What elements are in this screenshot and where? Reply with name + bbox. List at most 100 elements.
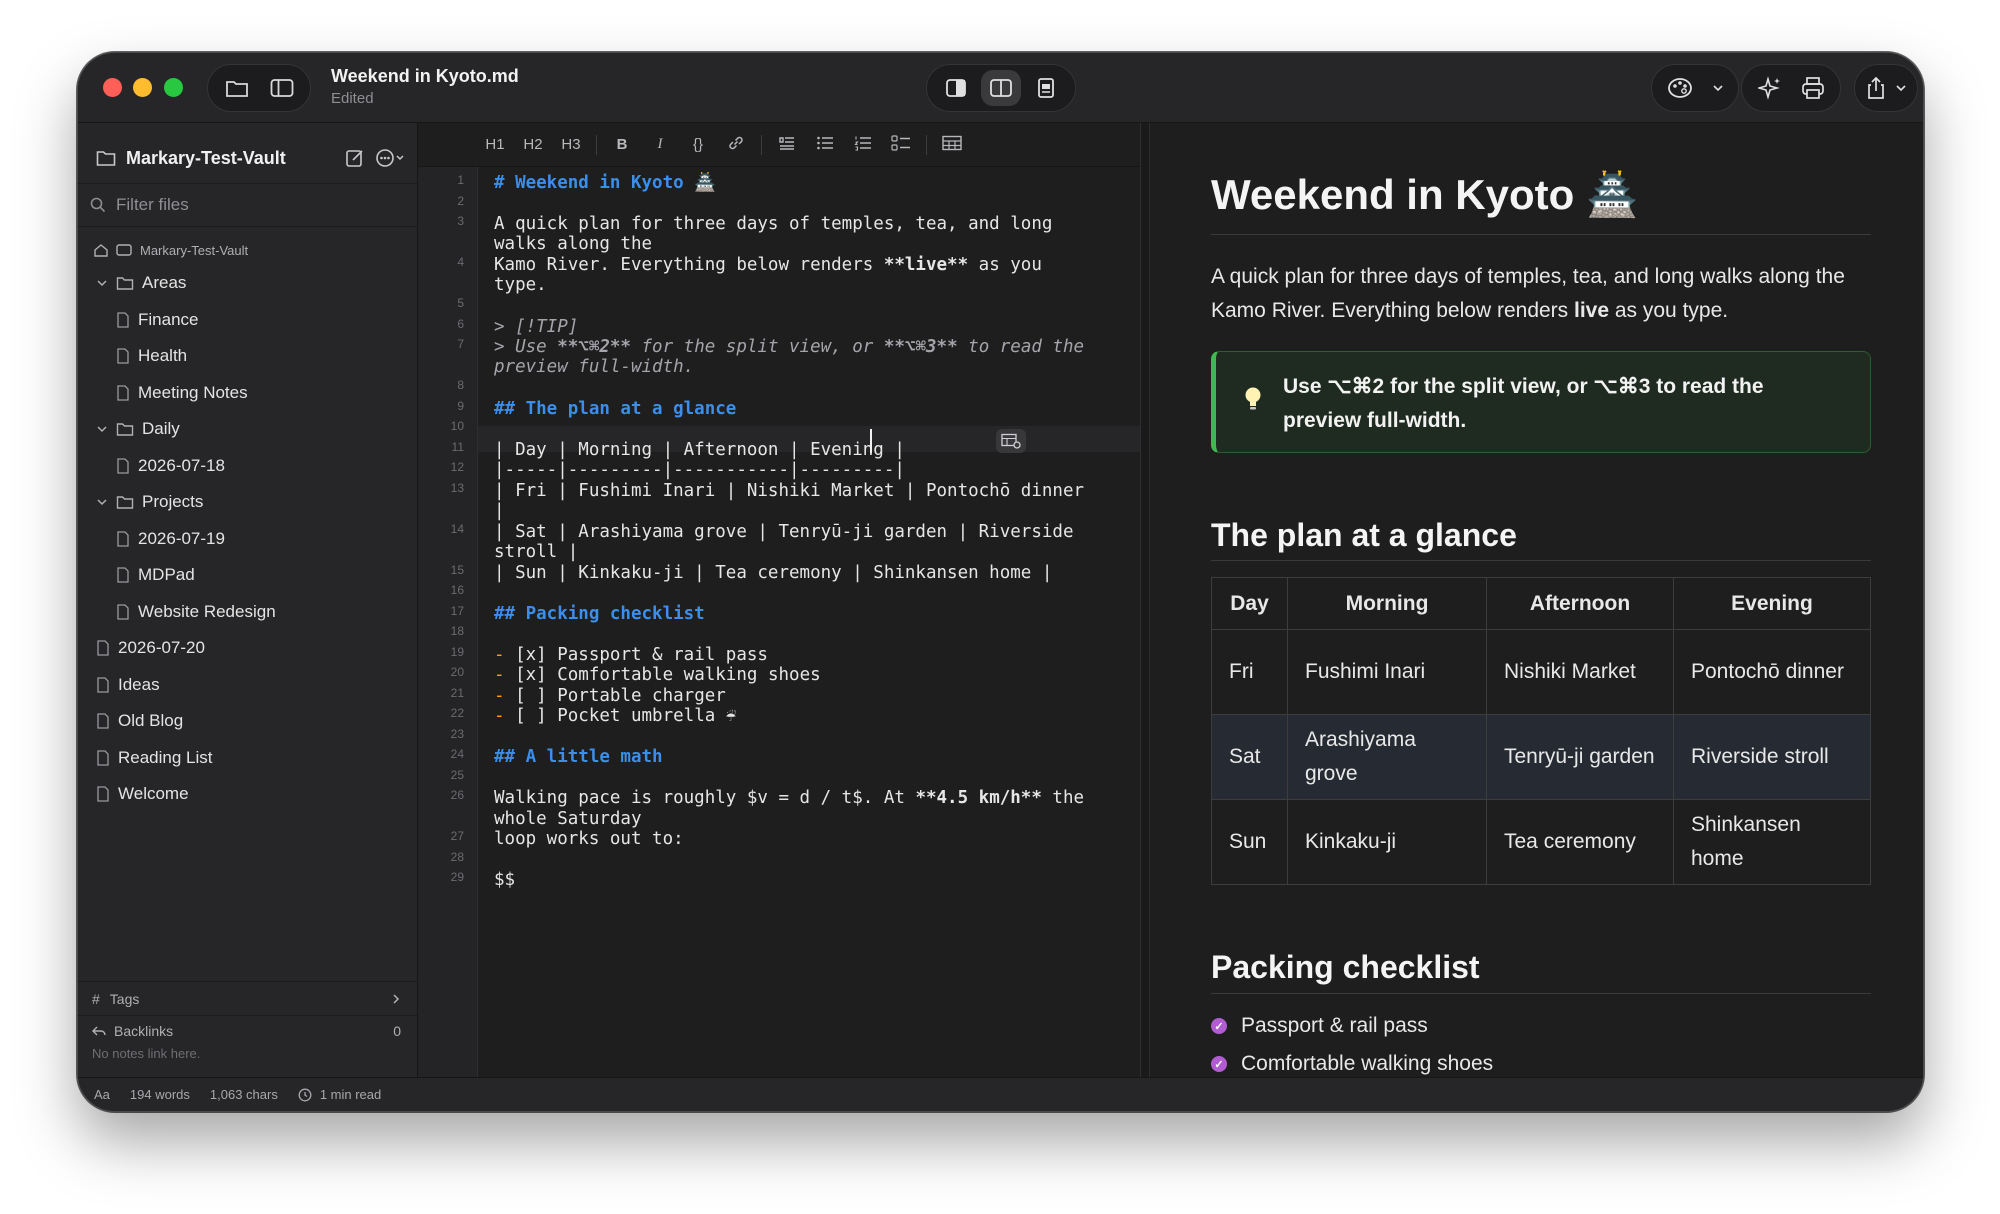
tree-file-2026-07-18[interactable]: 2026-07-18 — [78, 448, 417, 485]
tags-section[interactable]: # Tags — [78, 982, 417, 1016]
code-text: Kamo River. Everything below renders — [494, 255, 884, 275]
code-line: type. — [494, 275, 547, 295]
tree-file-reading-list[interactable]: Reading List — [78, 740, 417, 777]
heading2-button[interactable]: H2 — [514, 136, 552, 153]
code-bold-text: **⌥⌘2** — [557, 337, 631, 357]
table-header: Evening — [1673, 577, 1871, 630]
code-bold-text: **4.5 km/h** — [915, 788, 1042, 808]
backlinks-label: Backlinks — [114, 1023, 174, 1039]
vault-name[interactable]: Markary-Test-Vault — [126, 148, 286, 169]
checked-checkbox-icon[interactable]: ✓ — [1211, 1056, 1227, 1072]
document-icon — [117, 567, 129, 583]
line-number: 5 — [457, 296, 464, 310]
preview-only-view-button[interactable] — [1026, 70, 1066, 106]
tree-file-meeting-notes[interactable]: Meeting Notes — [78, 375, 417, 412]
share-menu[interactable] — [1854, 64, 1918, 112]
code-area[interactable]: 1 2 3 4 5 6 7 8 9 10 11 12 13 14 15 16 1… — [451, 167, 1140, 1077]
preview-title: Weekend in Kyoto 🏯 — [1211, 171, 1639, 218]
tree-folder-daily[interactable]: Daily — [78, 411, 417, 448]
table-cell: Fushimi Inari — [1287, 629, 1487, 715]
document-icon — [117, 458, 129, 474]
editor-only-view-button[interactable] — [936, 70, 976, 106]
line-number: 20 — [450, 665, 464, 679]
code-text: [ ] Pocket umbrella ☔ — [515, 706, 737, 726]
bullet-list-button[interactable] — [806, 135, 844, 155]
pane-splitter[interactable] — [1140, 123, 1150, 1077]
filter-files-input[interactable]: Filter files — [78, 183, 417, 227]
document-icon — [97, 640, 109, 656]
blockquote-button[interactable] — [768, 135, 806, 155]
markdown-editor: H1 H2 H3 B I {} 1 2 3 4 5 6 7 8 9 10 11 … — [418, 123, 1140, 1077]
split-view-button[interactable] — [980, 70, 1021, 106]
sidebar-icon — [270, 79, 293, 97]
toolbar-divider — [596, 134, 597, 155]
more-options-icon[interactable] — [375, 148, 407, 168]
zoom-window-button[interactable] — [164, 78, 183, 97]
bold-button[interactable]: B — [603, 136, 641, 153]
tree-item-label: Ideas — [118, 674, 160, 694]
line-number: 6 — [457, 317, 464, 331]
code-line: - [x] Comfortable walking shoes — [494, 665, 821, 685]
document-icon — [117, 385, 129, 401]
backlinks-section[interactable]: Backlinks 0 — [78, 1016, 417, 1046]
document-title: Weekend in Kyoto.md — [331, 66, 519, 86]
checklist-item: ✓ Passport & rail pass — [1211, 1014, 1428, 1038]
numbered-list-button[interactable] — [844, 135, 882, 155]
tree-file-2026-07-20[interactable]: 2026-07-20 — [78, 630, 417, 667]
tree-file-mdpad[interactable]: MDPad — [78, 557, 417, 594]
tip-callout: Use ⌥⌘2 for the split view, or ⌥⌘3 to re… — [1211, 351, 1871, 453]
open-folder-button[interactable] — [217, 70, 257, 106]
preview-intro: A quick plan for three days of temples, … — [1211, 260, 1871, 328]
new-note-icon[interactable] — [345, 148, 365, 168]
toggle-sidebar-button[interactable] — [262, 70, 302, 106]
tree-file-welcome[interactable]: Welcome — [78, 776, 417, 813]
tree-item-label: Welcome — [118, 784, 189, 804]
table-cell: Tenryū-ji garden — [1486, 714, 1674, 800]
tree-item-label: Old Blog — [118, 711, 184, 731]
print-button[interactable] — [1793, 70, 1833, 106]
code-bold-text: **⌥⌘3** — [883, 337, 958, 357]
tree-file-2026-07-19[interactable]: 2026-07-19 — [78, 521, 417, 558]
code-line: - [ ] Portable charger — [494, 686, 726, 706]
code-line: stroll | — [494, 542, 579, 562]
tree-folder-projects[interactable]: Projects — [78, 484, 417, 521]
line-number: 22 — [450, 706, 464, 720]
tree-file-website-redesign[interactable]: Website Redesign — [78, 594, 417, 631]
tree-file-ideas[interactable]: Ideas — [78, 667, 417, 704]
plan-table: Day Morning Afternoon Evening Fri Fushim… — [1211, 577, 1871, 885]
tree-file-old-blog[interactable]: Old Blog — [78, 703, 417, 740]
sidebar-controls — [207, 64, 311, 112]
table-settings-icon — [1001, 433, 1021, 449]
task-list-button[interactable] — [882, 134, 920, 155]
code-line: whole Saturday — [494, 809, 642, 829]
list-marker: - — [494, 686, 505, 706]
bullet-list-icon — [817, 136, 833, 149]
heading-divider — [1211, 560, 1871, 561]
vault-icon — [116, 244, 132, 256]
italic-button[interactable]: I — [641, 136, 679, 153]
font-settings-button[interactable]: Aa — [94, 1087, 110, 1102]
close-window-button[interactable] — [103, 78, 122, 97]
chevron-down-icon — [97, 280, 107, 287]
tree-folder-areas[interactable]: Areas — [78, 265, 417, 302]
heading-divider — [1211, 993, 1871, 994]
table-button[interactable] — [933, 135, 971, 155]
minimize-window-button[interactable] — [133, 78, 152, 97]
theme-menu[interactable] — [1651, 64, 1739, 112]
line-number: 9 — [457, 399, 464, 413]
tree-item-label: Meeting Notes — [138, 382, 248, 402]
chevron-down-icon — [97, 426, 107, 433]
checked-checkbox-icon[interactable]: ✓ — [1211, 1018, 1227, 1034]
heading3-button[interactable]: H3 — [552, 136, 590, 153]
heading1-button[interactable]: H1 — [476, 136, 514, 153]
ai-sparkle-button[interactable] — [1750, 70, 1790, 106]
tree-file-finance[interactable]: Finance — [78, 302, 417, 339]
palette-icon — [1667, 78, 1692, 98]
code-button[interactable]: {} — [679, 136, 717, 153]
text-caret — [870, 429, 872, 453]
code-line: > Use **⌥⌘2** for the split view, or **⌥… — [494, 337, 1084, 357]
link-button[interactable] — [717, 134, 755, 156]
table-tools-button[interactable] — [996, 429, 1026, 453]
tree-root[interactable]: Markary-Test-Vault — [78, 235, 417, 265]
tree-file-health[interactable]: Health — [78, 338, 417, 375]
